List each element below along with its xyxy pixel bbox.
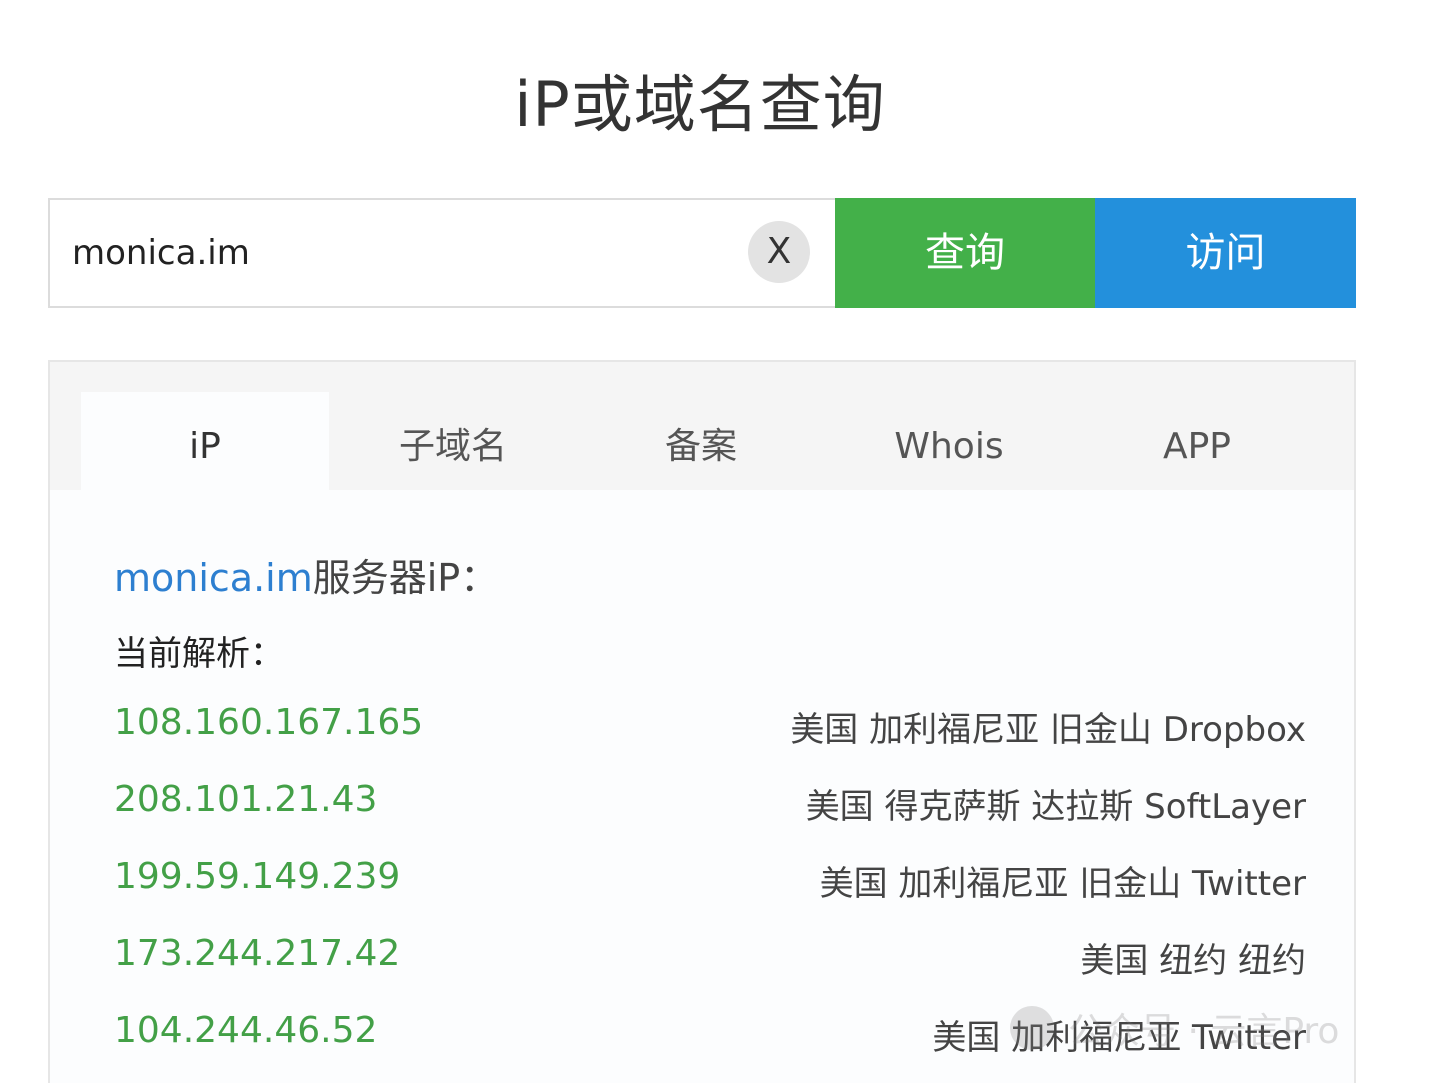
search-bar: X 查询 访问 [48, 198, 1356, 308]
ip-address: 173.244.217.42 [114, 933, 401, 974]
ip-address: 104.244.46.52 [114, 1010, 378, 1051]
watermark-text: 公众号 · 云言Pro [1068, 1011, 1340, 1052]
ip-row: 173.244.217.42 美国 纽约 纽约 [114, 933, 1306, 1010]
result-heading: monica.im服务器iP： [114, 547, 498, 602]
result-domain: monica.im [114, 556, 313, 600]
tab-whois[interactable]: Whois [825, 392, 1073, 490]
ip-address: 199.59.149.239 [114, 856, 401, 897]
tab-bar: iP 子域名 备案 Whois APP [50, 362, 1354, 490]
search-input-wrapper: X [48, 198, 835, 308]
page: iP或域名查询 X 查询 访问 iP 子域名 备案 Whois APP moni… [0, 0, 1439, 1083]
wechat-icon [1010, 1006, 1054, 1050]
ip-row: 108.160.167.165 美国 加利福尼亚 旧金山 Dropbox [114, 702, 1306, 779]
search-input[interactable] [50, 200, 740, 306]
ip-row: 208.101.21.43 美国 得克萨斯 达拉斯 SoftLayer [114, 779, 1306, 856]
results-panel: iP 子域名 备案 Whois APP monica.im服务器iP： 当前解析… [48, 360, 1356, 1083]
tab-icp-record[interactable]: 备案 [577, 392, 825, 490]
ip-location: 美国 纽约 纽约 [1080, 941, 1306, 981]
watermark: 公众号 · 云言Pro [1010, 1002, 1339, 1054]
clear-input-button[interactable]: X [748, 221, 810, 283]
query-button[interactable]: 查询 [835, 198, 1095, 308]
result-heading-suffix: 服务器iP： [312, 556, 499, 600]
tab-app[interactable]: APP [1073, 392, 1321, 490]
ip-location: 美国 得克萨斯 达拉斯 SoftLayer [805, 787, 1306, 827]
ip-address: 108.160.167.165 [114, 702, 424, 743]
ip-address: 208.101.21.43 [114, 779, 378, 820]
ip-row: 199.59.149.239 美国 加利福尼亚 旧金山 Twitter [114, 856, 1306, 933]
visit-button[interactable]: 访问 [1095, 198, 1356, 308]
page-title: iP或域名查询 [514, 68, 886, 141]
ip-location: 美国 加利福尼亚 旧金山 Twitter [819, 864, 1306, 904]
tab-ip[interactable]: iP [81, 392, 329, 490]
ip-location: 美国 加利福尼亚 旧金山 Dropbox [790, 710, 1306, 750]
tab-subdomain[interactable]: 子域名 [329, 392, 577, 490]
current-resolution-label: 当前解析： [114, 634, 284, 674]
